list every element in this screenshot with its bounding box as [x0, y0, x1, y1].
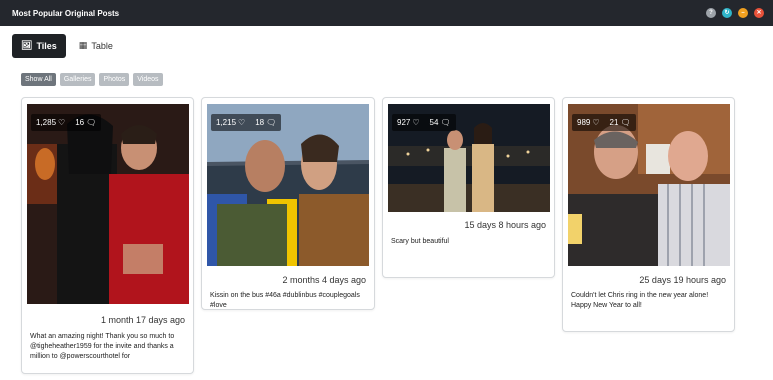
post-stats: 1,215 ♡ 18 🗨	[211, 114, 282, 131]
help-icon[interactable]: ?	[706, 8, 716, 18]
post-caption: What an amazing night! Thank you so much…	[30, 333, 175, 360]
likes-count: 927	[397, 118, 411, 127]
tab-table-label: Table	[91, 41, 113, 51]
post-photo[interactable]: 1,215 ♡ 18 🗨	[207, 104, 369, 266]
post-caption: Kissin on the bus #46a #dublinbus #coupl…	[210, 292, 360, 309]
comment-icon: 🗨	[620, 118, 631, 127]
post-photo[interactable]: 1,285 ♡ 16 🗨	[27, 104, 189, 304]
refresh-icon[interactable]: ↻	[722, 8, 732, 18]
post-stats: 927 ♡ 54 🗨	[392, 114, 456, 131]
filter-photos-button[interactable]: Photos	[99, 73, 130, 86]
comment-icon: 🗨	[440, 118, 451, 127]
likes-count: 1,215	[216, 118, 237, 127]
post-age: 2 months 4 days ago	[282, 275, 366, 285]
post-caption: Couldn't let Chris ring in the new year …	[571, 292, 709, 309]
window-controls: ? ↻ – ✕	[706, 8, 764, 18]
likes-count: 989	[577, 118, 591, 127]
post-age: 1 month 17 days ago	[100, 315, 185, 325]
comment-icon: 🗨	[86, 118, 97, 127]
post-tile[interactable]: 1,215 ♡ 18 🗨 2 months 4 days ago Kissin on…	[201, 97, 375, 310]
heart-icon: ♡	[412, 118, 420, 127]
filter-videos-button[interactable]: Videos	[133, 73, 163, 86]
minimize-icon[interactable]: –	[738, 8, 748, 18]
post-stats: 1,285 ♡ 16 🗨	[31, 114, 102, 131]
tab-table[interactable]: ▦ Table	[70, 34, 122, 58]
table-icon: ▦	[78, 41, 88, 51]
tab-tiles-label: Tiles	[36, 41, 57, 51]
post-caption: Scary but beautiful	[391, 238, 449, 245]
close-icon[interactable]: ✕	[754, 8, 764, 18]
post-tile[interactable]: 1,285 ♡ 16 🗨 1 month 17 days ago What an a…	[21, 97, 194, 374]
filter-galleries-button[interactable]: Galleries	[59, 73, 96, 86]
heart-icon: ♡	[592, 118, 600, 127]
comments-count: 21	[609, 118, 619, 127]
heart-icon: ♡	[58, 118, 66, 127]
filter-show-all-button[interactable]: Show All	[21, 73, 56, 86]
post-photo[interactable]: 989 ♡ 21 🗨	[568, 104, 730, 266]
post-age: 25 days 19 hours ago	[639, 275, 726, 285]
comment-icon: 🗨	[266, 118, 277, 127]
heart-icon: ♡	[238, 118, 246, 127]
tab-tiles[interactable]: 🖼 Tiles	[12, 34, 66, 58]
comments-count: 54	[429, 118, 439, 127]
window-title: Most Popular Original Posts	[12, 8, 120, 18]
post-tile[interactable]: 927 ♡ 54 🗨 15 days 8 hours ago Scary but b…	[382, 97, 555, 278]
post-stats: 989 ♡ 21 🗨	[572, 114, 636, 131]
image-icon: 🖼	[21, 41, 33, 51]
post-tile[interactable]: 989 ♡ 21 🗨 25 days 19 hours ago Couldn't l…	[562, 97, 735, 332]
post-age: 15 days 8 hours ago	[464, 220, 546, 230]
window-titlebar: Most Popular Original Posts ? ↻ – ✕	[0, 0, 773, 26]
comments-count: 18	[255, 118, 265, 127]
likes-count: 1,285	[36, 118, 57, 127]
post-photo[interactable]: 927 ♡ 54 🗨	[388, 104, 550, 212]
filter-bar: Show All Galleries Photos Videos	[21, 73, 163, 86]
view-tabs: 🖼 Tiles ▦ Table	[12, 34, 122, 58]
comments-count: 16	[75, 118, 85, 127]
